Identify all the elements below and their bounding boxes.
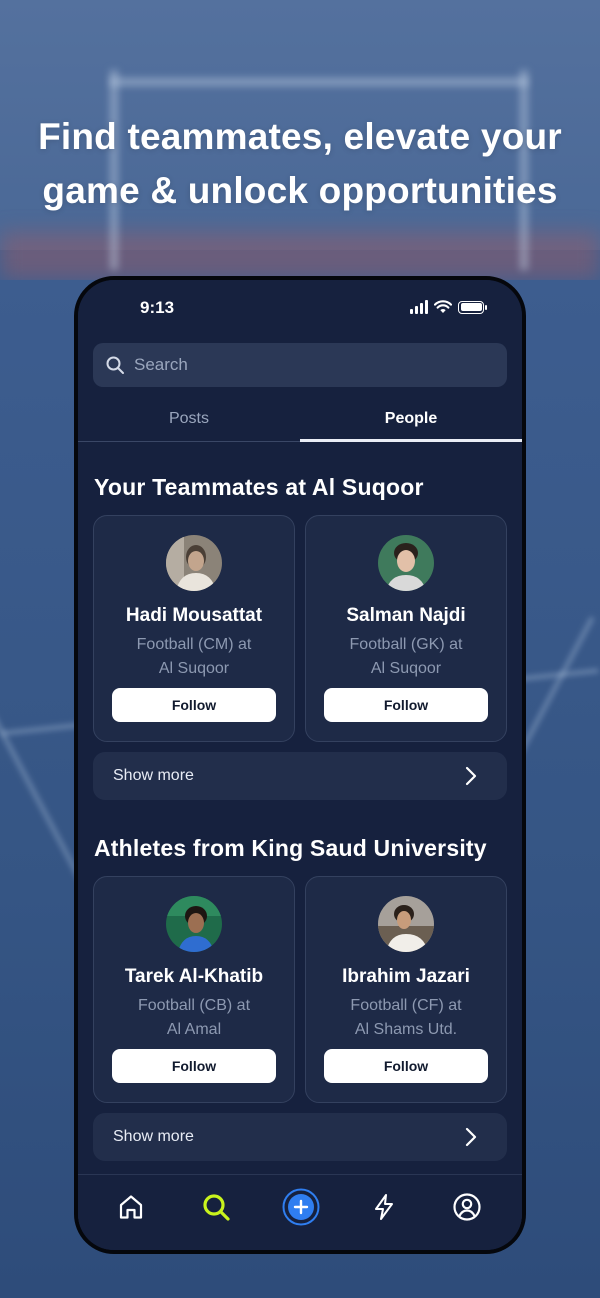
status-bar: 9:13 — [78, 298, 522, 322]
person-role: Football (CF) at Al Shams Utd. — [306, 994, 506, 1042]
person-position: Football (CF) at — [350, 997, 462, 1014]
person-name: Ibrahim Jazari — [342, 966, 470, 987]
nav-create[interactable] — [282, 1188, 320, 1226]
bottom-tab-bar — [78, 1174, 522, 1250]
person-position: Football (GK) at — [349, 636, 463, 653]
profile-icon — [453, 1193, 481, 1221]
follow-button[interactable]: Follow — [324, 688, 488, 722]
bg-track — [0, 232, 600, 280]
search-input[interactable] — [134, 355, 474, 375]
person-position: Football (CM) at — [136, 636, 252, 653]
avatar — [166, 896, 222, 952]
person-card[interactable]: Ibrahim Jazari Football (CF) at Al Shams… — [305, 876, 507, 1103]
nav-profile[interactable] — [451, 1191, 483, 1223]
content-tabs: Posts People — [78, 402, 522, 442]
marketing-headline: Find teammates, elevate your game & unlo… — [0, 110, 600, 218]
chevron-right-icon — [465, 1127, 477, 1147]
tab-posts[interactable]: Posts — [78, 410, 300, 428]
bg-goal-crossbar — [110, 78, 528, 86]
person-role: Football (GK) at Al Suqoor — [306, 633, 506, 681]
app-screen: 9:13 Posts Peo — [78, 280, 522, 1250]
follow-button[interactable]: Follow — [112, 1049, 276, 1083]
person-club: Al Shams Utd. — [354, 1021, 458, 1038]
person-card[interactable]: Tarek Al-Khatib Football (CB) at Al Amal… — [93, 876, 295, 1103]
cellular-signal-icon — [410, 300, 428, 314]
follow-button[interactable]: Follow — [112, 688, 276, 722]
wifi-icon — [434, 300, 452, 313]
search-icon — [203, 1194, 230, 1221]
tab-people[interactable]: People — [300, 410, 522, 428]
person-club: Al Amal — [166, 1021, 222, 1038]
add-icon — [282, 1188, 320, 1226]
person-name: Salman Najdi — [346, 605, 466, 626]
battery-icon — [458, 300, 487, 314]
follow-button[interactable]: Follow — [324, 1049, 488, 1083]
headline-line-1: Find teammates, elevate your — [38, 116, 562, 157]
nav-activity[interactable] — [368, 1191, 400, 1223]
show-more-button[interactable]: Show more — [93, 752, 507, 800]
nav-search[interactable] — [200, 1191, 232, 1223]
avatar — [378, 896, 434, 952]
person-role: Football (CM) at Al Suqoor — [94, 633, 294, 681]
person-name: Tarek Al-Khatib — [124, 966, 264, 987]
show-more-button[interactable]: Show more — [93, 1113, 507, 1161]
section-title-teammates: Your Teammates at Al Suqoor — [94, 474, 424, 500]
lightning-icon — [375, 1194, 393, 1220]
person-card[interactable]: Hadi Mousattat Football (CM) at Al Suqoo… — [93, 515, 295, 742]
person-name: Hadi Mousattat — [125, 605, 263, 626]
headline-line-2: game & unlock opportunities — [42, 170, 558, 211]
search-bar[interactable] — [93, 343, 507, 387]
status-time: 9:13 — [140, 298, 175, 317]
home-icon — [119, 1195, 143, 1219]
show-more-label: Show more — [113, 767, 194, 784]
person-card[interactable]: Salman Najdi Football (GK) at Al Suqoor … — [305, 515, 507, 742]
nav-home[interactable] — [115, 1191, 147, 1223]
person-club: Al Suqoor — [158, 660, 230, 677]
person-role: Football (CB) at Al Amal — [94, 994, 294, 1042]
chevron-right-icon — [465, 766, 477, 786]
show-more-label: Show more — [113, 1128, 194, 1145]
avatar — [166, 535, 222, 591]
person-club: Al Suqoor — [370, 660, 442, 677]
active-tab-indicator — [300, 439, 522, 442]
search-icon — [106, 356, 124, 374]
person-position: Football (CB) at — [137, 997, 251, 1014]
phone-frame: 9:13 Posts Peo — [74, 276, 526, 1254]
avatar — [378, 535, 434, 591]
section-title-university: Athletes from King Saud University — [94, 835, 487, 861]
status-icons — [410, 300, 487, 314]
